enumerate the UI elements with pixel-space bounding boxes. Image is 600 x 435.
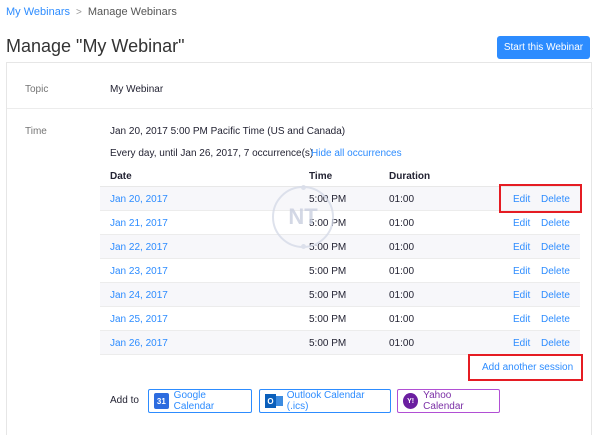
breadcrumb-current: Manage Webinars	[87, 6, 177, 18]
delete-occurrence-link[interactable]: Delete	[541, 290, 570, 301]
occurrence-date-link[interactable]: Jan 22, 2017	[110, 242, 168, 253]
delete-occurrence-link[interactable]: Delete	[541, 242, 570, 253]
yahoo-calendar-button[interactable]: Y! Yahoo Calendar	[397, 389, 500, 413]
occurrence-duration: 01:00	[389, 266, 415, 277]
occurrence-duration: 01:00	[389, 338, 415, 349]
occurrence-date-link[interactable]: Jan 26, 2017	[110, 338, 168, 349]
outlook-calendar-label: Outlook Calendar (.ics)	[286, 390, 365, 412]
header-time: Time	[309, 171, 333, 182]
delete-occurrence-link[interactable]: Delete	[541, 314, 570, 325]
highlight-box-edit-delete	[499, 184, 582, 213]
page-title: Manage "My Webinar"	[6, 36, 185, 56]
breadcrumb-separator: >	[75, 6, 82, 18]
edit-occurrence-link[interactable]: Edit	[513, 218, 530, 229]
highlight-box-add-session	[468, 354, 583, 381]
occurrence-time: 5:00 PM	[309, 266, 347, 277]
occurrence-duration: 01:00	[389, 290, 415, 301]
start-webinar-button[interactable]: Start this Webinar	[497, 36, 590, 59]
hide-occurrences-link[interactable]: Hide all occurrences	[311, 148, 402, 159]
recurrence-text: Every day, until Jan 26, 2017, 7 occurre…	[110, 148, 314, 159]
delete-occurrence-link[interactable]: Delete	[541, 338, 570, 349]
edit-occurrence-link[interactable]: Edit	[513, 338, 530, 349]
table-row: Jan 23, 2017 5:00 PM 01:00 Edit Delete	[100, 259, 580, 283]
edit-occurrence-link[interactable]: Edit	[513, 290, 530, 301]
watermark-dot	[301, 185, 306, 190]
topic-label: Topic	[25, 84, 49, 95]
watermark-text: NT	[288, 204, 318, 229]
breadcrumb-my-webinars-link[interactable]: My Webinars	[6, 6, 70, 18]
edit-occurrence-link[interactable]: Edit	[513, 242, 530, 253]
occurrence-date-link[interactable]: Jan 25, 2017	[110, 314, 168, 325]
outlook-calendar-button[interactable]: O Outlook Calendar (.ics)	[259, 389, 391, 413]
topic-value: My Webinar	[110, 84, 164, 95]
occurrence-duration: 01:00	[389, 242, 415, 253]
header-duration: Duration	[389, 171, 431, 182]
occurrence-duration: 01:00	[389, 218, 415, 229]
occurrence-duration: 01:00	[389, 194, 415, 205]
outlook-icon-letter: O	[265, 394, 276, 408]
yahoo-icon: Y!	[403, 393, 419, 409]
edit-occurrence-link[interactable]: Edit	[513, 266, 530, 277]
delete-occurrence-link[interactable]: Delete	[541, 218, 570, 229]
occurrence-time: 5:00 PM	[309, 290, 347, 301]
occurrence-date-link[interactable]: Jan 20, 2017	[110, 194, 168, 205]
google-calendar-button[interactable]: 31 Google Calendar	[148, 389, 252, 413]
watermark-dot	[301, 244, 306, 249]
occurrence-date-link[interactable]: Jan 23, 2017	[110, 266, 168, 277]
delete-occurrence-link[interactable]: Delete	[541, 266, 570, 277]
google-calendar-icon: 31	[154, 393, 169, 409]
breadcrumb: My Webinars > Manage Webinars	[6, 6, 177, 18]
table-row: Jan 25, 2017 5:00 PM 01:00 Edit Delete	[100, 307, 580, 331]
occurrence-time: 5:00 PM	[309, 314, 347, 325]
table-row: Jan 24, 2017 5:00 PM 01:00 Edit Delete	[100, 283, 580, 307]
table-row: Jan 21, 2017 5:00 PM 01:00 Edit Delete	[100, 211, 580, 235]
outlook-icon: O	[265, 393, 283, 409]
occurrence-date-link[interactable]: Jan 21, 2017	[110, 218, 168, 229]
occurrence-time: 5:00 PM	[309, 338, 347, 349]
table-row: Jan 22, 2017 5:00 PM 01:00 Edit Delete	[100, 235, 580, 259]
add-to-label: Add to	[110, 395, 139, 406]
time-label: Time	[25, 126, 47, 137]
google-calendar-label: Google Calendar	[173, 390, 215, 412]
nt-watermark-logo: NT	[272, 185, 334, 249]
edit-occurrence-link[interactable]: Edit	[513, 314, 530, 325]
table-row: Jan 26, 2017 5:00 PM 01:00 Edit Delete	[100, 331, 580, 355]
header-date: Date	[110, 171, 132, 182]
time-value: Jan 20, 2017 5:00 PM Pacific Time (US an…	[110, 126, 346, 137]
occurrence-date-link[interactable]: Jan 24, 2017	[110, 290, 168, 301]
topic-divider	[7, 108, 593, 109]
yahoo-calendar-label: Yahoo Calendar	[423, 390, 464, 412]
occurrence-duration: 01:00	[389, 314, 415, 325]
